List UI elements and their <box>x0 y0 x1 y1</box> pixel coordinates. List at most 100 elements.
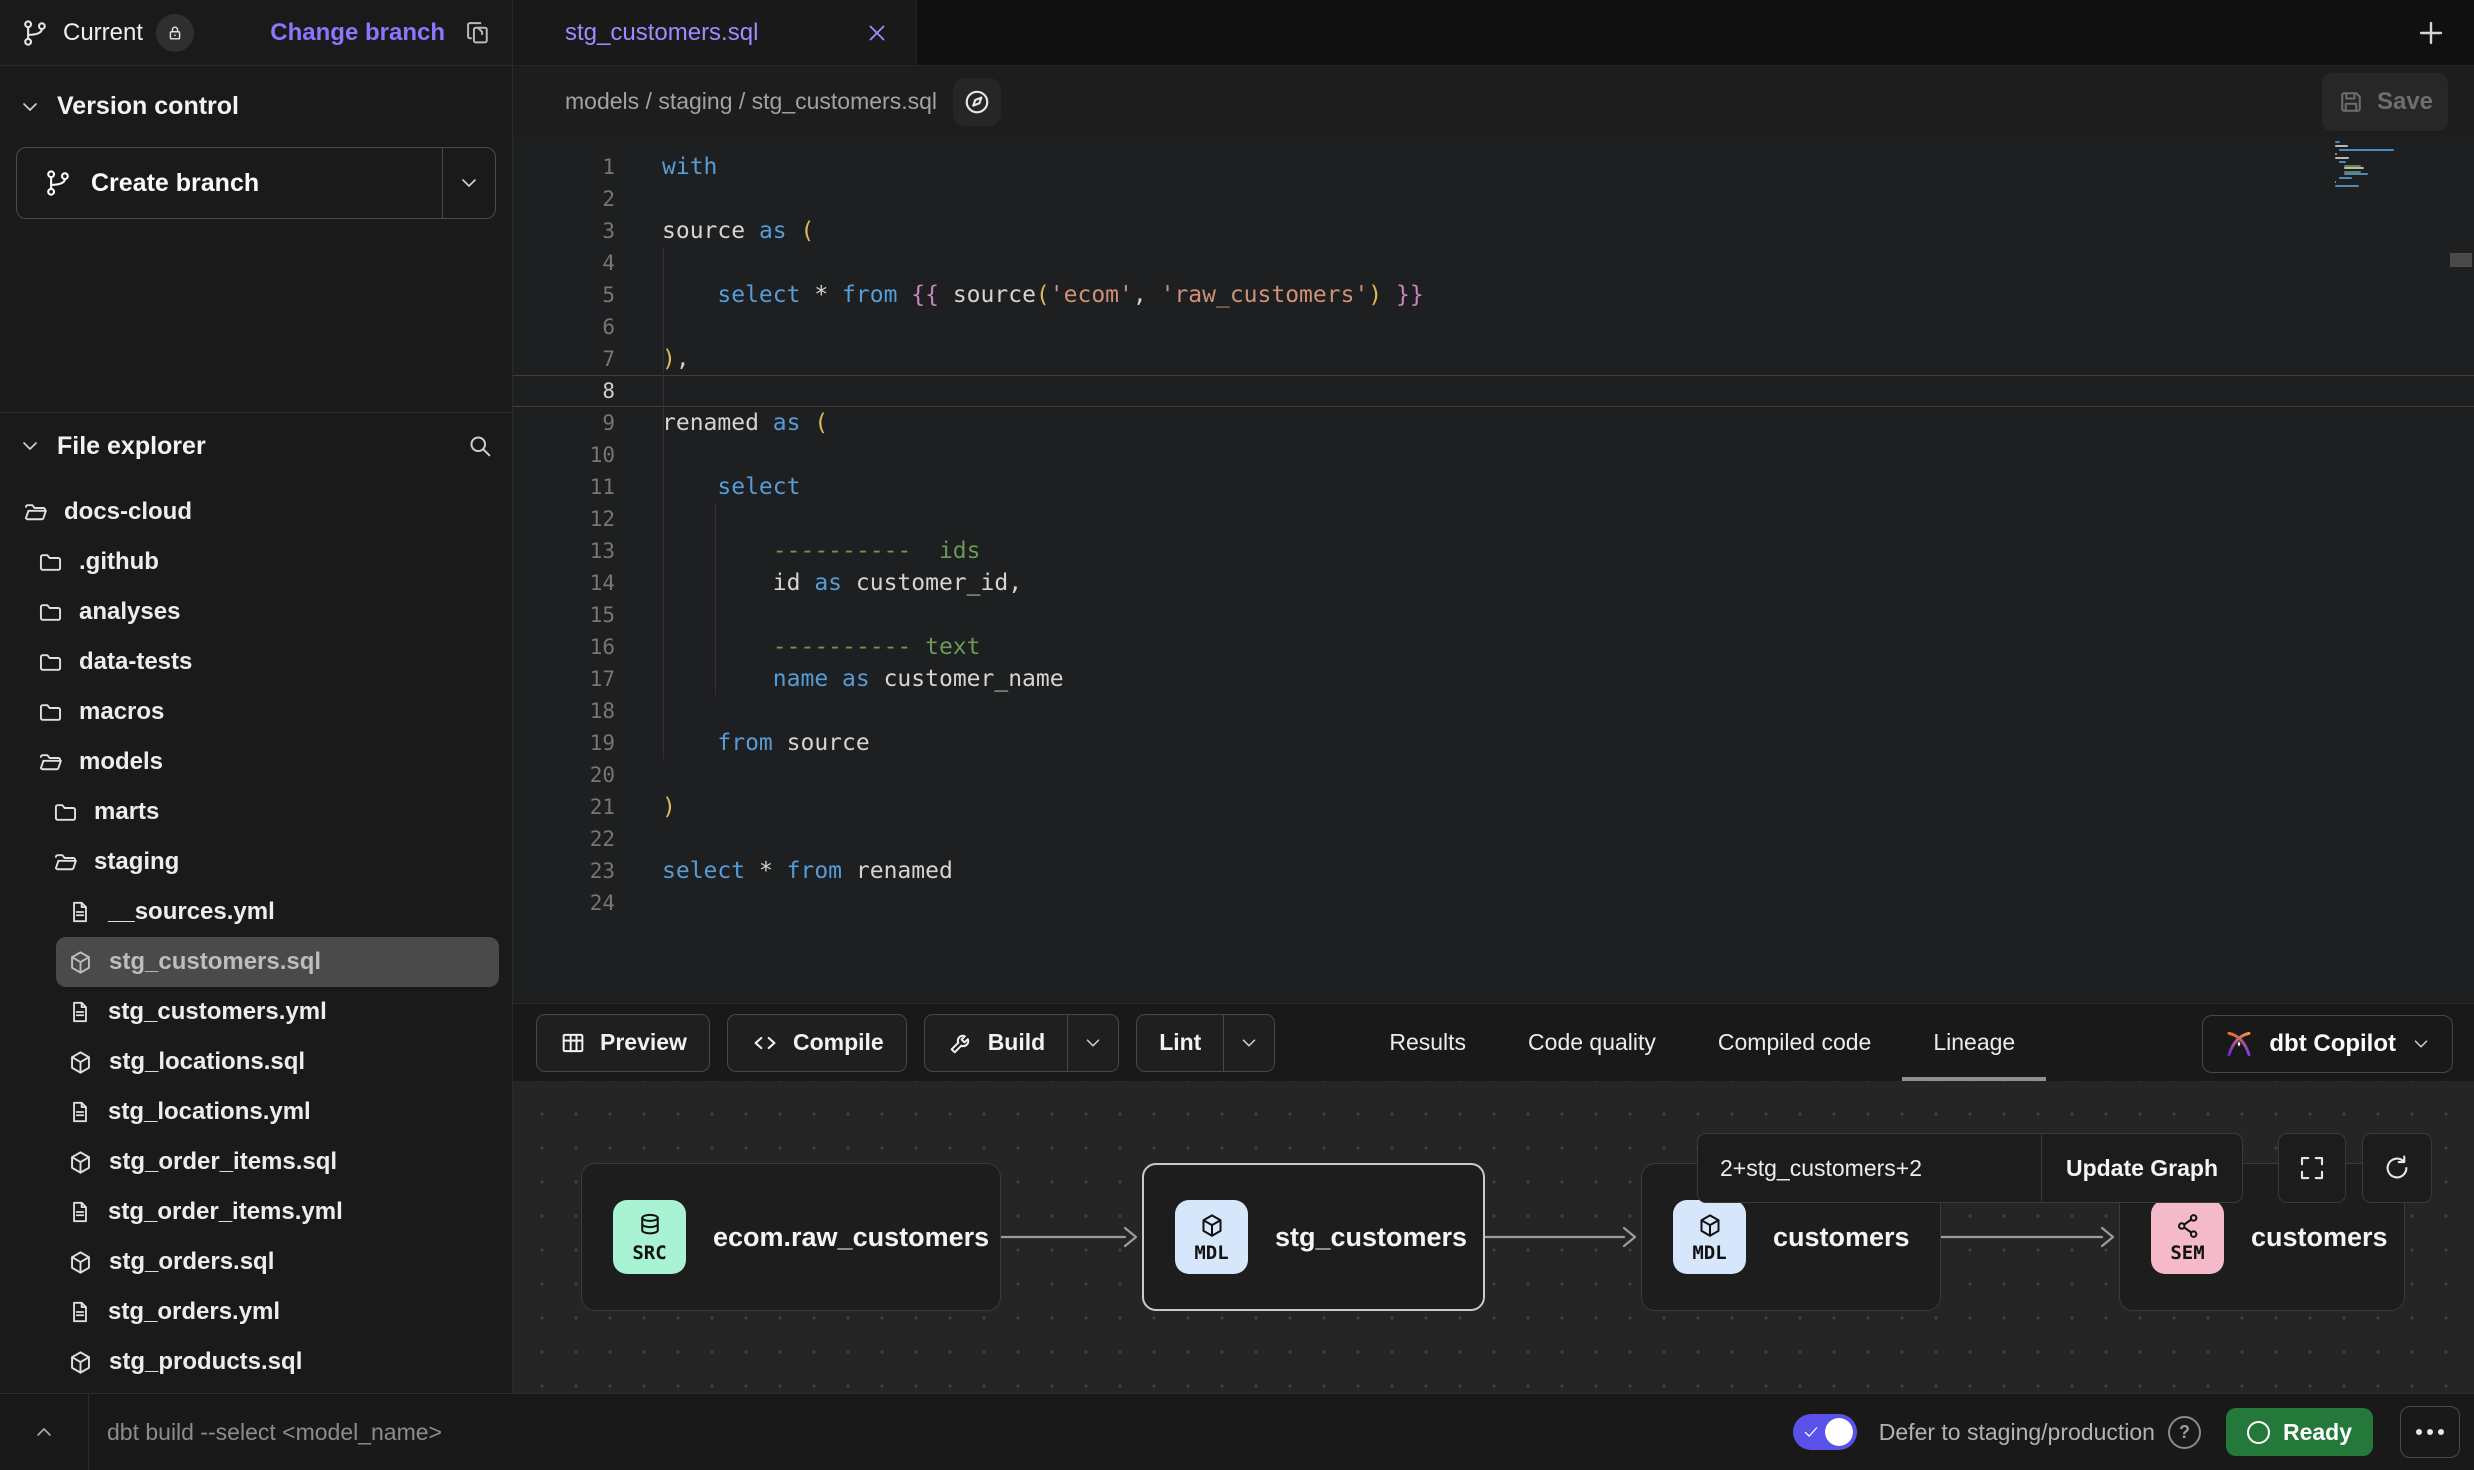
editor-scrollbar-thumb[interactable] <box>2450 253 2472 267</box>
code-line-17[interactable]: 17 name as customer_name <box>513 663 2474 695</box>
build-button[interactable]: Build <box>925 1015 1068 1071</box>
code-line-22[interactable]: 22 <box>513 823 2474 855</box>
version-control-section-header[interactable]: Version control <box>0 66 512 131</box>
model-icon <box>67 1049 94 1076</box>
lineage-selector-input[interactable] <box>1698 1134 2041 1202</box>
create-branch-caret[interactable] <box>442 148 495 218</box>
code-line-4[interactable]: 4 <box>513 247 2474 279</box>
close-icon[interactable] <box>864 20 890 46</box>
code-line-2[interactable]: 2 <box>513 183 2474 215</box>
fullscreen-button[interactable] <box>2278 1133 2346 1203</box>
tree-item-label: stg_orders.yml <box>108 1298 280 1326</box>
tree-item--github[interactable]: .github <box>0 537 512 587</box>
code-line-9[interactable]: 9renamed as ( <box>513 407 2474 439</box>
new-tab-button[interactable] <box>2414 16 2448 50</box>
build-button-group: Build <box>924 1014 1120 1072</box>
code-line-7[interactable]: 7), <box>513 343 2474 375</box>
help-icon[interactable]: ? <box>2168 1416 2201 1449</box>
code-line-13[interactable]: 13 ---------- ids <box>513 535 2474 567</box>
lineage-node-stg-customers[interactable]: MDLstg_customers <box>1142 1163 1485 1311</box>
lint-button[interactable]: Lint <box>1137 1015 1223 1071</box>
code-line-20[interactable]: 20 <box>513 759 2474 791</box>
tree-item-stg-products-sql[interactable]: stg_products.sql <box>0 1337 512 1387</box>
compile-label: Compile <box>793 1029 884 1056</box>
line-number: 6 <box>513 311 615 343</box>
command-expand-button[interactable] <box>0 1394 89 1470</box>
tree-item-stg-customers-sql[interactable]: stg_customers.sql <box>56 937 499 987</box>
line-number: 13 <box>513 535 615 567</box>
line-number: 18 <box>513 695 615 727</box>
tree-item-staging[interactable]: staging <box>0 837 512 887</box>
create-branch-button[interactable]: Create branch <box>17 148 442 218</box>
line-number: 5 <box>513 279 615 311</box>
code-line-15[interactable]: 15 <box>513 599 2474 631</box>
tree-item--sources-yml[interactable]: __sources.yml <box>0 887 512 937</box>
code-line-23[interactable]: 23select * from renamed <box>513 855 2474 887</box>
code-line-19[interactable]: 19 from source <box>513 727 2474 759</box>
file-icon <box>67 1199 93 1225</box>
tab-stg-customers[interactable]: stg_customers.sql <box>513 0 917 65</box>
tree-item-stg-locations-yml[interactable]: stg_locations.yml <box>0 1087 512 1137</box>
tree-item-marts[interactable]: marts <box>0 787 512 837</box>
more-options-button[interactable] <box>2400 1406 2460 1458</box>
tree-item-label: stg_locations.yml <box>108 1098 311 1126</box>
lineage-node-ecom-raw-customers[interactable]: SRCecom.raw_customers <box>581 1163 1001 1311</box>
file-explorer-header[interactable]: File explorer <box>0 413 512 479</box>
tree-item-stg-customers-yml[interactable]: stg_customers.yml <box>0 987 512 1037</box>
status-bar: dbt build --select <model_name> Defer to… <box>0 1393 2474 1470</box>
dbt-copilot-button[interactable]: dbt Copilot <box>2202 1015 2453 1073</box>
tree-item-models[interactable]: models <box>0 737 512 787</box>
code-line-18[interactable]: 18 <box>513 695 2474 727</box>
ready-status-button[interactable]: Ready <box>2226 1408 2373 1456</box>
cube-icon <box>1695 1211 1725 1241</box>
code-line-21[interactable]: 21) <box>513 791 2474 823</box>
check-icon <box>1802 1423 1820 1441</box>
panel-tab-compiled-code[interactable]: Compiled code <box>1687 1004 1902 1081</box>
line-number: 17 <box>513 663 615 695</box>
code-line-24[interactable]: 24 <box>513 887 2474 919</box>
update-graph-button[interactable]: Update Graph <box>2041 1134 2242 1202</box>
tree-item-stg-orders-yml[interactable]: stg_orders.yml <box>0 1287 512 1337</box>
code-line-6[interactable]: 6 <box>513 311 2474 343</box>
code-line-10[interactable]: 10 <box>513 439 2474 471</box>
compile-button[interactable]: Compile <box>728 1015 906 1071</box>
preview-button-group: Preview <box>536 1014 710 1072</box>
tree-item-stg-order-items-yml[interactable]: stg_order_items.yml <box>0 1187 512 1237</box>
tree-item-stg-locations-sql[interactable]: stg_locations.sql <box>0 1037 512 1087</box>
build-caret[interactable] <box>1067 1015 1118 1071</box>
panel-tab-results[interactable]: Results <box>1358 1004 1497 1081</box>
tree-item-analyses[interactable]: analyses <box>0 587 512 637</box>
code-line-1[interactable]: 1with <box>513 151 2474 183</box>
tree-item-stg-order-items-sql[interactable]: stg_order_items.sql <box>0 1137 512 1187</box>
preview-button[interactable]: Preview <box>537 1015 709 1071</box>
save-button[interactable]: Save <box>2322 73 2448 131</box>
code-editor[interactable]: 1with23source as (45 select * from {{ so… <box>513 137 2474 1003</box>
tree-item-data-tests[interactable]: data-tests <box>0 637 512 687</box>
tree-item-macros[interactable]: macros <box>0 687 512 737</box>
change-branch-link[interactable]: Change branch <box>270 19 445 47</box>
code-line-14[interactable]: 14 id as customer_id, <box>513 567 2474 599</box>
refresh-button[interactable] <box>2362 1133 2432 1203</box>
code-line-16[interactable]: 16 ---------- text <box>513 631 2474 663</box>
defer-toggle[interactable] <box>1793 1414 1857 1450</box>
tree-item-docs-cloud[interactable]: docs-cloud <box>0 487 512 537</box>
code-line-5[interactable]: 5 select * from {{ source('ecom', 'raw_c… <box>513 279 2474 311</box>
tree-item-label: stg_orders.sql <box>109 1248 274 1276</box>
compile-button-group: Compile <box>727 1014 907 1072</box>
search-icon[interactable] <box>466 432 494 460</box>
copilot-compass-button[interactable] <box>953 78 1001 126</box>
folder-icon <box>37 699 64 726</box>
code-line-8[interactable]: 8 <box>513 375 2474 407</box>
copy-branch-icon[interactable] <box>464 19 492 47</box>
code-line-3[interactable]: 3source as ( <box>513 215 2474 247</box>
tree-item-stg-orders-sql[interactable]: stg_orders.sql <box>0 1237 512 1287</box>
line-content: source as ( <box>615 215 814 247</box>
code-line-12[interactable]: 12 <box>513 503 2474 535</box>
panel-tab-code-quality[interactable]: Code quality <box>1497 1004 1687 1081</box>
panel-tab-lineage[interactable]: Lineage <box>1902 1004 2046 1081</box>
command-input[interactable]: dbt build --select <model_name> <box>107 1419 442 1446</box>
tree-item-label: stg_customers.yml <box>108 998 327 1026</box>
code-line-11[interactable]: 11 select <box>513 471 2474 503</box>
lint-caret[interactable] <box>1223 1015 1274 1071</box>
editor-minimap[interactable] <box>2335 141 2393 189</box>
